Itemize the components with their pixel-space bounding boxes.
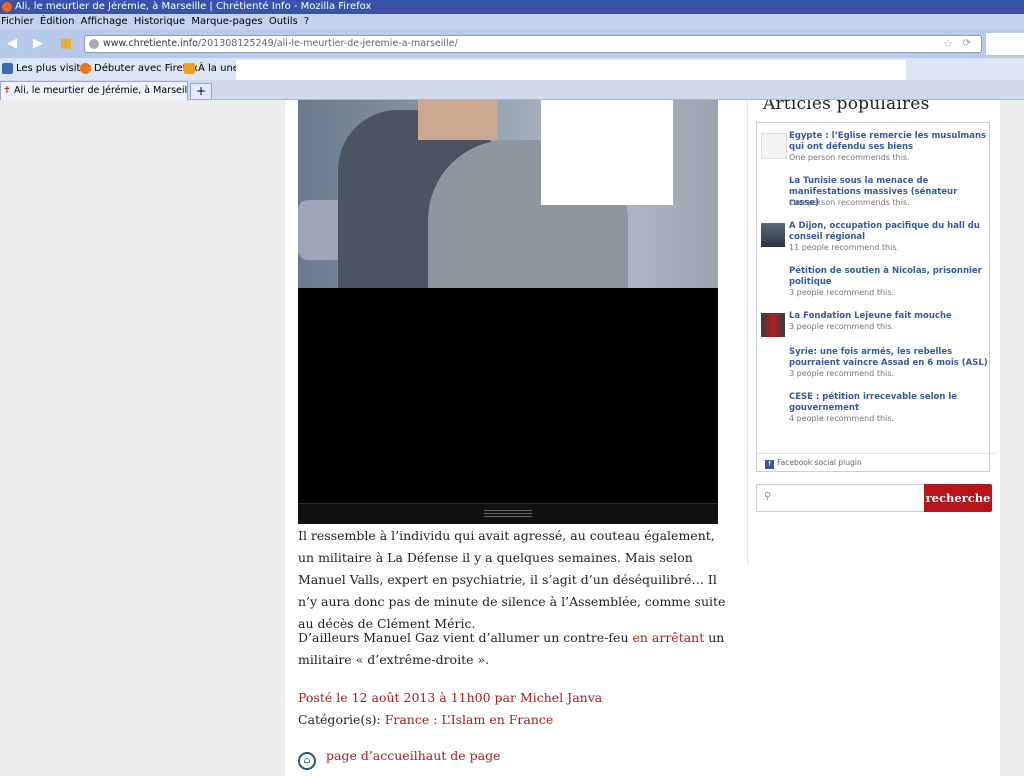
posted-line[interactable]: Posté le 12 août 2013 à 11h00 par Michel…	[298, 687, 728, 709]
recommend-count: 3 people recommend this.	[789, 288, 894, 297]
article-link[interactable]: CESE : pétition irrecevable selon le gou…	[789, 392, 989, 414]
article-link[interactable]: A Dijon, occupation pacifique du hall du…	[789, 221, 989, 243]
article-photo	[298, 100, 718, 288]
redaction-block	[541, 100, 673, 205]
page-content: Il ressemble à l’individu qui avait agre…	[285, 100, 1000, 776]
menu-historique[interactable]: Historique	[134, 16, 185, 27]
menu-affichage[interactable]: Affichage	[81, 16, 128, 27]
article-paragraph: Il ressemble à l’individu qui avait agre…	[298, 528, 726, 631]
footer-links: ⌂ page d’accueilhaut de page	[298, 745, 500, 770]
menu-edition[interactable]: Édition	[40, 16, 75, 27]
article-link[interactable]: Syrie: une fois armés, les rebelles pour…	[789, 347, 989, 369]
popular-articles-widget: Egypte : l’Eglise remercie les musulmans…	[756, 122, 997, 472]
article-link[interactable]: Egypte : l’Eglise remercie les musulmans…	[789, 131, 989, 153]
cross-icon: ✝	[3, 85, 11, 96]
rss-icon	[184, 63, 195, 74]
tab-label: Ali, le meurtier de Jérémie, à Marseille…	[13, 85, 188, 96]
forward-icon[interactable]: ▶	[30, 36, 46, 52]
article-thumbnail[interactable]	[761, 133, 787, 159]
menu-aide[interactable]: ?	[304, 16, 309, 27]
recommend-count: 3 people recommend this.	[789, 369, 894, 378]
url-bar[interactable]: www.chretiente.info/201308125249/ali-le-…	[84, 35, 982, 53]
window-title: Ali, le meurtier de Jérémie, à Marseille…	[15, 1, 372, 12]
recommend-count: One person recommends this.	[789, 153, 910, 162]
category-label: Catégorie(s):	[298, 712, 381, 727]
footer-link[interactable]: page d’accueilhaut de page	[326, 748, 500, 763]
article-link[interactable]: Pétition de soutien à Nicolas, prisonnie…	[789, 266, 989, 288]
popular-articles-title: Articles populaires	[763, 100, 930, 114]
recommend-count: 4 people recommend this.	[789, 414, 894, 423]
reload-icon[interactable]: ⟳	[963, 36, 971, 52]
bookmark-label: À la une	[198, 63, 239, 74]
bookmark-label: Débuter avec Firefox	[94, 63, 198, 74]
bookmark-star-icon[interactable]: ☆	[943, 36, 953, 52]
recommend-count: 3 people recommend this.	[789, 322, 894, 331]
post-meta: Posté le 12 août 2013 à 11h00 par Michel…	[298, 687, 728, 731]
url-path: /201308125249/ali-le-meurtier-de-jeremie…	[197, 38, 458, 49]
menu-fichier[interactable]: Fichier	[1, 16, 34, 27]
new-tab-button[interactable]: +	[190, 83, 212, 100]
search-icon: ⚲	[764, 491, 772, 502]
category-link[interactable]: France : L’Islam en France	[385, 712, 554, 727]
bookmark-most-visited[interactable]: Les plus visités	[2, 58, 92, 80]
home-page-icon[interactable]: ■	[58, 36, 74, 52]
plugin-footer: f Facebook social plugin	[757, 453, 997, 469]
site-identity-icon[interactable]	[89, 39, 99, 49]
back-icon[interactable]: ◀	[4, 36, 20, 52]
home-icon[interactable]: ⌂	[298, 752, 316, 770]
arrest-link[interactable]: en arrêtant	[632, 630, 704, 645]
search-input[interactable]: ⚲	[756, 484, 926, 512]
bookmark-getting-started[interactable]: Débuter avec Firefox	[80, 58, 198, 80]
bookmark-headlines[interactable]: À la une	[184, 58, 239, 80]
column-divider	[747, 100, 748, 565]
video-player[interactable]	[298, 288, 718, 524]
menu-marque-pages[interactable]: Marque-pages	[191, 16, 262, 27]
video-controls[interactable]	[298, 503, 718, 524]
search-bar-box[interactable]	[986, 33, 1024, 55]
window-titlebar: Ali, le meurtier de Jérémie, à Marseille…	[0, 0, 1024, 14]
menu-outils[interactable]: Outils	[269, 16, 298, 27]
recommend-count: One person recommends this.	[789, 198, 910, 207]
firefox-icon	[2, 2, 12, 12]
recommend-count: 11 people recommend this.	[789, 243, 900, 252]
url-host: www.chretiente.info	[103, 38, 198, 49]
menu-bar: Fichier Édition Affichage Historique Mar…	[0, 14, 1024, 30]
article-thumbnail[interactable]	[761, 223, 785, 247]
article-link[interactable]: La Fondation Lejeune fait mouche	[789, 311, 989, 322]
tab-article[interactable]: ✝Ali, le meurtier de Jérémie, à Marseill…	[0, 81, 188, 100]
folder-icon	[2, 63, 13, 74]
resize-grip-icon[interactable]	[484, 510, 532, 518]
article-thumbnail[interactable]	[761, 313, 785, 337]
firefox-icon	[80, 63, 91, 74]
facebook-icon[interactable]: f	[765, 460, 774, 469]
search-button[interactable]: recherche	[924, 484, 992, 512]
article-paragraph: D’ailleurs Manuel Gaz vient d’allumer un…	[298, 630, 725, 667]
tab-strip: ✝Ali, le meurtier de Jérémie, à Marseill…	[0, 80, 1024, 100]
plugin-label[interactable]: Facebook social plugin	[777, 458, 862, 467]
